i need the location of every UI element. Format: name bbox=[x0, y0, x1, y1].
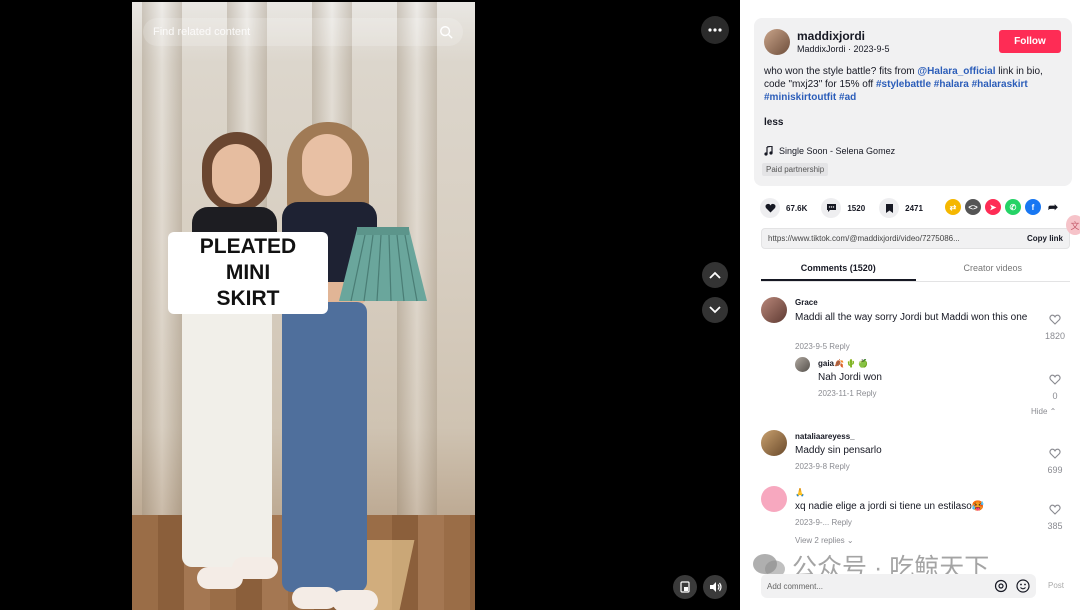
commenter-name[interactable]: Grace bbox=[795, 298, 818, 307]
heart-icon bbox=[760, 198, 780, 218]
like-button[interactable]: 67.6K bbox=[760, 198, 807, 218]
comment-like-count: 1820 bbox=[1044, 331, 1066, 341]
comment-date-reply[interactable]: 2023-9-8 Reply bbox=[795, 462, 850, 471]
search-placeholder: Find related content bbox=[153, 26, 251, 38]
previous-video-button[interactable] bbox=[702, 262, 728, 288]
floating-player-button[interactable] bbox=[673, 575, 697, 599]
author-avatar[interactable] bbox=[764, 29, 790, 55]
commenter-avatar[interactable] bbox=[761, 430, 787, 456]
person-right-pants bbox=[282, 302, 367, 592]
author-nickname-date: MaddixJordi · 2023-9-5 bbox=[797, 44, 890, 54]
emoji-icon[interactable] bbox=[1016, 579, 1030, 593]
video-info-card: maddixjordi MaddixJordi · 2023-9-5 Follo… bbox=[754, 18, 1072, 186]
comment-text: xq nadie elige a jordi si tiene un estil… bbox=[795, 501, 985, 512]
slipper bbox=[292, 587, 338, 609]
heart-outline-icon bbox=[1049, 448, 1061, 459]
video-caption: PLEATED MINI SKIRT bbox=[168, 232, 328, 314]
slipper bbox=[232, 557, 278, 579]
comment-like-button[interactable]: 385 bbox=[1043, 502, 1067, 531]
picture-in-picture-icon bbox=[680, 581, 690, 593]
mention-link[interactable]: @Halara_official bbox=[917, 66, 995, 77]
comment-text: Maddy sin pensarlo bbox=[795, 445, 882, 456]
chevron-down-icon bbox=[709, 306, 721, 314]
speaker-icon bbox=[709, 582, 722, 592]
app-root: Find related content PLEATED MINI SKIRT bbox=[0, 0, 1080, 610]
related-search-input[interactable]: Find related content bbox=[143, 18, 463, 46]
mention-at-icon[interactable] bbox=[994, 579, 1008, 593]
details-panel: maddixjordi MaddixJordi · 2023-9-5 Follo… bbox=[740, 0, 1080, 610]
paid-partnership-badge: Paid partnership bbox=[762, 163, 829, 176]
translate-badge-icon[interactable]: 文 bbox=[1066, 215, 1080, 235]
heart-outline-icon bbox=[1049, 504, 1061, 515]
reply-like-count: 0 bbox=[1052, 391, 1058, 401]
heart-outline-icon bbox=[1049, 374, 1061, 385]
music-link[interactable]: Single Soon - Selena Gomez bbox=[764, 146, 895, 156]
commenter-name[interactable]: 🙏 bbox=[795, 488, 805, 497]
save-button[interactable]: 2471 bbox=[879, 198, 923, 218]
caption-line-1: PLEATED MINI bbox=[199, 235, 297, 284]
comment-date-reply[interactable]: 2023-9-... Reply bbox=[795, 518, 852, 527]
volume-button[interactable] bbox=[703, 575, 727, 599]
comment-like-count: 699 bbox=[1047, 465, 1063, 475]
save-count: 2471 bbox=[905, 203, 923, 213]
repost-icon[interactable]: ⇄ bbox=[945, 199, 961, 215]
chevron-up-icon bbox=[709, 271, 721, 279]
music-note-icon bbox=[764, 146, 773, 156]
view-replies-button[interactable]: View 2 replies ⌄ bbox=[795, 536, 854, 545]
commenter-avatar[interactable] bbox=[761, 297, 787, 323]
description-text: who won the style battle? fits from bbox=[764, 66, 918, 77]
person-left-face bbox=[212, 144, 260, 204]
facebook-icon[interactable]: f bbox=[1025, 199, 1041, 215]
comment-like-button[interactable]: 1820 bbox=[1043, 312, 1067, 341]
whatsapp-icon[interactable]: ✆ bbox=[1005, 199, 1021, 215]
bookmark-icon bbox=[879, 198, 900, 218]
comment-like-count: 385 bbox=[1047, 521, 1063, 531]
caption-line-2: SKIRT bbox=[216, 287, 280, 310]
search-icon[interactable] bbox=[439, 25, 453, 39]
more-dots-icon bbox=[708, 28, 722, 32]
tab-comments[interactable]: Comments (1520) bbox=[761, 258, 916, 281]
less-toggle[interactable]: less bbox=[764, 117, 783, 128]
share-arrow-icon[interactable]: ➦ bbox=[1045, 199, 1061, 215]
add-comment-input[interactable]: Add comment... bbox=[761, 574, 1036, 598]
comment-button[interactable]: 1520 bbox=[821, 198, 865, 218]
more-options-button[interactable] bbox=[701, 16, 729, 44]
hide-replies-button[interactable]: Hide ⌃ bbox=[1031, 407, 1056, 416]
copy-link-button[interactable]: Copy link bbox=[1021, 234, 1063, 243]
heart-outline-icon bbox=[1049, 314, 1061, 325]
tab-creator-videos[interactable]: Creator videos bbox=[916, 258, 1071, 281]
reply-text: Nah Jordi won bbox=[818, 372, 882, 383]
next-video-button[interactable] bbox=[702, 297, 728, 323]
commenter-avatar[interactable] bbox=[761, 486, 787, 512]
embed-icon[interactable]: <> bbox=[965, 199, 981, 215]
panel-tabs: Comments (1520) Creator videos bbox=[761, 258, 1070, 282]
reply-date-reply[interactable]: 2023-11-1 Reply bbox=[818, 389, 877, 398]
reply-author-name[interactable]: gaia🍂 🌵 🍏 bbox=[818, 359, 868, 368]
video-pane: Find related content PLEATED MINI SKIRT bbox=[0, 0, 740, 610]
commenter-name[interactable]: nataliaareyess_ bbox=[795, 432, 855, 441]
comment-date-reply[interactable]: 2023-9-5 Reply bbox=[795, 342, 850, 351]
comment-like-button[interactable]: 699 bbox=[1043, 446, 1067, 475]
comment-text: Maddi all the way sorry Jordi but Maddi … bbox=[795, 312, 1028, 323]
follow-button[interactable]: Follow bbox=[999, 30, 1061, 53]
like-count: 67.6K bbox=[786, 203, 808, 213]
comment-placeholder: Add comment... bbox=[767, 581, 824, 591]
reply-like-button[interactable]: 0 bbox=[1043, 372, 1067, 401]
comment-count: 1520 bbox=[847, 203, 866, 213]
video-url[interactable]: https://www.tiktok.com/@maddixjordi/vide… bbox=[768, 234, 1021, 243]
pleated-skirt-sticker bbox=[339, 227, 427, 302]
slipper bbox=[332, 590, 378, 610]
music-title: Single Soon - Selena Gomez bbox=[779, 146, 896, 156]
post-comment-button[interactable]: Post bbox=[1048, 581, 1064, 590]
video-description: who won the style battle? fits from @Hal… bbox=[764, 65, 1064, 104]
video-link-box: https://www.tiktok.com/@maddixjordi/vide… bbox=[761, 228, 1070, 249]
comment-bubble-icon bbox=[821, 198, 842, 218]
engagement-stats: 67.6K 1520 2471 bbox=[760, 198, 937, 218]
share-icons: ⇄ <> ➤ ✆ f ➦ bbox=[945, 199, 1061, 215]
send-icon[interactable]: ➤ bbox=[985, 199, 1001, 215]
person-left-pants bbox=[182, 302, 272, 567]
reply-avatar[interactable] bbox=[795, 357, 810, 372]
person-right-face bbox=[302, 134, 352, 196]
author-username[interactable]: maddixjordi bbox=[797, 29, 865, 43]
